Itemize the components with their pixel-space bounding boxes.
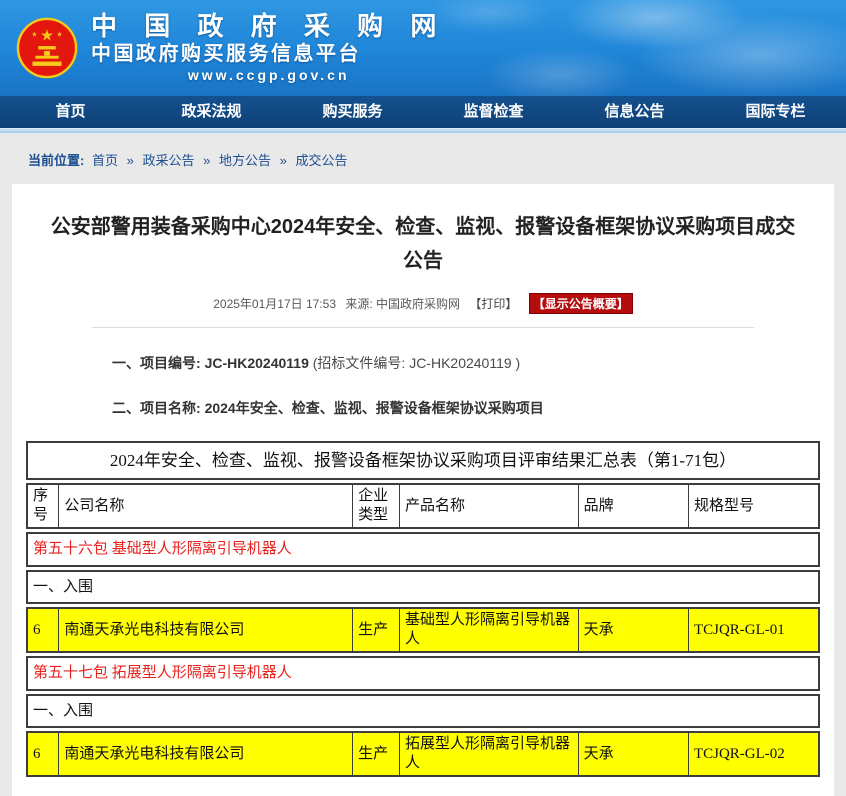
table-title: 2024年安全、检查、监视、报警设备框架协议采购项目评审结果汇总表（第1-71包… (26, 441, 820, 480)
nav-item-announcements[interactable]: 信息公告 (564, 96, 705, 128)
national-emblem-icon: ★ ★ ★ (16, 17, 78, 79)
cell-seq: 6 (26, 607, 59, 653)
breadcrumb-label: 当前位置: (28, 153, 84, 168)
project-number-line: 一、项目编号: JC-HK20240119 (招标文件编号: JC-HK2024… (112, 353, 834, 373)
nav-item-supervision[interactable]: 监督检查 (423, 96, 564, 128)
project-name-line: 二、项目名称: 2024年安全、检查、监视、报警设备框架协议采购项目 (112, 398, 834, 418)
col-header-model: 规格型号 (689, 483, 820, 529)
breadcrumb: 当前位置: 首页 » 政采公告 » 地方公告 » 成交公告 (0, 133, 846, 184)
breadcrumb-procurement-announcements[interactable]: 政采公告 (142, 153, 194, 168)
breadcrumb-home[interactable]: 首页 (92, 153, 118, 168)
table-header-row: 序号 公司名称 企业类型 产品名称 品牌 规格型号 (26, 483, 820, 529)
site-subtitle: 中国政府购买服务信息平台 (91, 42, 446, 66)
nav-item-home[interactable]: 首页 (0, 96, 141, 128)
logo-text-block: 中 国 政 府 采 购 网 中国政府购买服务信息平台 www.ccgp.gov.… (91, 12, 446, 84)
project-number-label: 一、项目编号: (112, 355, 201, 371)
show-summary-button[interactable]: 【显示公告概要】 (529, 293, 633, 314)
site-title: 中 国 政 府 采 购 网 (91, 12, 446, 42)
site-header: ★ ★ ★ 中 国 政 府 采 购 网 中国政府购买服务信息平台 www.ccg… (0, 0, 846, 96)
table-title-row: 2024年安全、检查、监视、报警设备框架协议采购项目评审结果汇总表（第1-71包… (26, 441, 820, 480)
svg-text:★: ★ (40, 26, 54, 44)
cell-company: 南通天承光电科技有限公司 (59, 607, 353, 653)
col-header-company: 公司名称 (59, 483, 353, 529)
cell-model: TCJQR-GL-02 (689, 731, 820, 777)
article-card: 公安部警用装备采购中心2024年安全、检查、监视、报警设备框架协议采购项目成交公… (12, 184, 834, 796)
evaluation-results-table: 2024年安全、检查、监视、报警设备框架协议采购项目评审结果汇总表（第1-71包… (26, 438, 820, 780)
breadcrumb-local-announcements[interactable]: 地方公告 (219, 153, 271, 168)
site-url: www.ccgp.gov.cn (91, 66, 446, 84)
nav-item-purchase-services[interactable]: 购买服务 (282, 96, 423, 128)
main-nav: 首页 政采法规 购买服务 监督检查 信息公告 国际专栏 (0, 96, 846, 128)
package-57-group-label: 一、入围 (26, 694, 820, 729)
cell-brand: 天承 (579, 731, 689, 777)
source-name: 中国政府采购网 (376, 297, 460, 311)
cell-company: 南通天承光电科技有限公司 (59, 731, 353, 777)
svg-text:★: ★ (31, 30, 37, 38)
breadcrumb-separator: » (127, 153, 134, 168)
cell-product: 基础型人形隔离引导机器人 (400, 607, 579, 653)
nav-item-international[interactable]: 国际专栏 (705, 96, 846, 128)
cell-brand: 天承 (579, 607, 689, 653)
package-56-group-label: 一、入围 (26, 570, 820, 605)
cell-seq: 6 (26, 731, 59, 777)
breadcrumb-separator: » (280, 153, 287, 168)
package-56-group-row: 一、入围 (26, 570, 820, 605)
print-button[interactable]: 【打印】 (469, 297, 517, 311)
cell-enterprise-type: 生产 (353, 731, 400, 777)
bid-doc-number-note: (招标文件编号: JC-HK20240119 ) (313, 355, 520, 371)
col-header-brand: 品牌 (579, 483, 689, 529)
source-label: 来源: (345, 297, 372, 311)
col-header-seq: 序号 (26, 483, 59, 529)
site-logo[interactable]: ★ ★ ★ 中 国 政 府 采 购 网 中国政府购买服务信息平台 www.ccg… (16, 12, 446, 84)
package-57-row: 第五十七包 拓展型人形隔离引导机器人 (26, 656, 820, 691)
col-header-enterprise-type: 企业类型 (353, 483, 400, 529)
package-57-group-row: 一、入围 (26, 694, 820, 729)
cell-model: TCJQR-GL-01 (689, 607, 820, 653)
svg-text:★: ★ (57, 30, 63, 38)
meta-divider (92, 327, 754, 328)
cell-product: 拓展型人形隔离引导机器人 (400, 731, 579, 777)
package-57-title: 第五十七包 拓展型人形隔离引导机器人 (26, 656, 820, 691)
project-name-label: 二、项目名称: (112, 400, 201, 416)
breadcrumb-separator: » (203, 153, 210, 168)
table-row: 6 南通天承光电科技有限公司 生产 拓展型人形隔离引导机器人 天承 TCJQR-… (26, 731, 820, 777)
table-row: 6 南通天承光电科技有限公司 生产 基础型人形隔离引导机器人 天承 TCJQR-… (26, 607, 820, 653)
project-number-value: JC-HK20240119 (205, 355, 309, 371)
page-title: 公安部警用装备采购中心2024年安全、检查、监视、报警设备框架协议采购项目成交公… (46, 210, 800, 278)
col-header-product: 产品名称 (400, 483, 579, 529)
project-name-value: 2024年安全、检查、监视、报警设备框架协议采购项目 (205, 400, 544, 416)
package-56-title: 第五十六包 基础型人形隔离引导机器人 (26, 532, 820, 567)
breadcrumb-award-announcements[interactable]: 成交公告 (295, 153, 347, 168)
package-56-row: 第五十六包 基础型人形隔离引导机器人 (26, 532, 820, 567)
article-meta: 2025年01月17日 17:53 来源: 中国政府采购网 【打印】 【显示公告… (12, 293, 834, 314)
cell-enterprise-type: 生产 (353, 607, 400, 653)
publish-date: 2025年01月17日 17:53 (213, 297, 336, 311)
nav-item-regulations[interactable]: 政采法规 (141, 96, 282, 128)
